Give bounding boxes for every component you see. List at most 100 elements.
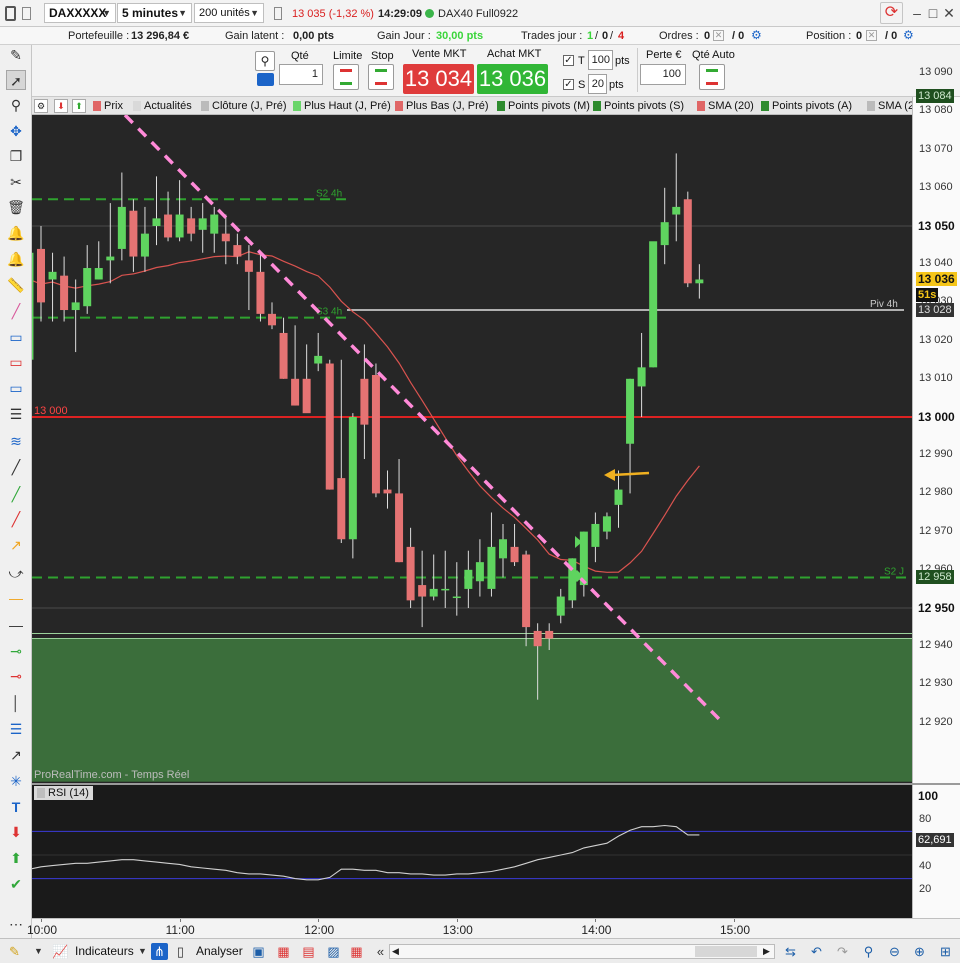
- chevron-down-icon[interactable]: ▼: [134, 943, 151, 960]
- calendar-icon[interactable]: ▦: [275, 943, 292, 960]
- keyboard-icon[interactable]: [257, 73, 274, 86]
- legend-item[interactable]: Plus Bas (J, Pré): [394, 99, 489, 113]
- scroll-fast-left-icon[interactable]: «: [372, 943, 389, 960]
- minimize-button[interactable]: –: [909, 4, 925, 22]
- legend-item[interactable]: Plus Haut (J, Pré): [292, 99, 391, 113]
- legend-item[interactable]: SMA (20): [696, 99, 754, 113]
- target-input[interactable]: 100: [588, 50, 613, 70]
- polyline-icon[interactable]: ⤻: [6, 563, 26, 583]
- orders-settings-icon[interactable]: ⚙: [751, 28, 762, 42]
- legend-down-icon[interactable]: ⬇: [54, 99, 68, 113]
- scroll-right-icon[interactable]: ▶: [763, 945, 770, 958]
- sync-icon[interactable]: ⟳: [880, 2, 903, 24]
- zoom-reset-icon[interactable]: ⚲: [860, 943, 877, 960]
- legend-item[interactable]: Points pivots (A): [760, 99, 852, 113]
- pattern-icon[interactable]: ≋: [6, 431, 26, 451]
- screen-icon[interactable]: ▣: [250, 943, 267, 960]
- indicators-icon[interactable]: 📈: [52, 943, 69, 960]
- vline-icon[interactable]: │: [6, 693, 26, 713]
- timeframe-select[interactable]: 5 minutes ▼: [117, 3, 192, 23]
- green-line-icon[interactable]: ╱: [6, 484, 26, 504]
- position-close-icon[interactable]: ✕: [866, 30, 877, 41]
- analyze-icon[interactable]: ▯: [172, 943, 189, 960]
- table-icon[interactable]: ▤: [300, 943, 317, 960]
- channel-icon[interactable]: ▭: [6, 327, 26, 347]
- stop-loss-input[interactable]: 20: [588, 74, 607, 94]
- fibonacci-icon[interactable]: ☰: [6, 404, 26, 424]
- target-checkbox[interactable]: ✓: [563, 55, 574, 66]
- line-icon[interactable]: ╱: [6, 457, 26, 477]
- redo-icon[interactable]: ↷: [834, 943, 851, 960]
- hline-icon[interactable]: —: [6, 615, 26, 635]
- rsi-panel[interactable]: RSI (14): [32, 785, 912, 918]
- check-icon[interactable]: ✔: [6, 874, 26, 894]
- brush-icon[interactable]: ╱: [6, 301, 26, 321]
- orders-close-icon[interactable]: ✕: [713, 30, 724, 41]
- green-hline-icon[interactable]: ⊸: [6, 641, 26, 661]
- legend-item[interactable]: Points pivots (M): [496, 99, 590, 113]
- buy-market-button[interactable]: 13 036: [477, 64, 548, 94]
- fib-blue-icon[interactable]: ☰: [6, 719, 26, 739]
- zoom-out-icon[interactable]: ⊖: [886, 943, 903, 960]
- scrollbar-thumb[interactable]: [695, 946, 757, 957]
- crosshair-icon[interactable]: ✥: [6, 121, 26, 141]
- pen-menu-icon[interactable]: ✎: [6, 943, 23, 960]
- analyze-button[interactable]: Analyser: [196, 943, 243, 960]
- legend-item[interactable]: Actualités: [132, 99, 192, 113]
- chart-window-icon[interactable]: ▨: [325, 943, 342, 960]
- trash-icon[interactable]: 🗑: [6, 197, 26, 217]
- down-arrow-icon[interactable]: ⬇: [6, 822, 26, 842]
- legend-up-icon[interactable]: ⬆: [72, 99, 86, 113]
- legend-item[interactable]: Points pivots (S): [592, 99, 684, 113]
- auto-qty-button[interactable]: [699, 64, 725, 90]
- loss-input[interactable]: 100: [640, 64, 686, 85]
- limit-order-button[interactable]: [333, 64, 359, 90]
- orange-arrow-icon[interactable]: ↗: [6, 535, 26, 555]
- instrument-info-icon[interactable]: [274, 7, 282, 20]
- window-menu-icon[interactable]: [5, 6, 16, 21]
- maximize-button[interactable]: □: [925, 4, 941, 22]
- chevron-down-icon[interactable]: ▼: [30, 943, 47, 960]
- arrow-icon[interactable]: ↗: [6, 745, 26, 765]
- text-icon[interactable]: T: [6, 797, 26, 817]
- alert-bell-icon[interactable]: 🔔: [6, 223, 26, 243]
- legend-item[interactable]: Clôture (J, Pré): [200, 99, 287, 113]
- grid-icon[interactable]: ▦: [348, 943, 365, 960]
- sync-charts-icon[interactable]: ⇆: [782, 943, 799, 960]
- red-hline-icon[interactable]: ⊸: [6, 666, 26, 686]
- window-menu-icon[interactable]: [22, 7, 31, 20]
- scroll-left-icon[interactable]: ◀: [392, 945, 399, 958]
- rsi-legend[interactable]: RSI (14): [34, 786, 93, 800]
- tools-icon[interactable]: ✂: [6, 172, 26, 192]
- instrument-select[interactable]: DAXXXXX ▼: [44, 3, 116, 23]
- stop-order-button[interactable]: [368, 64, 394, 90]
- order-tool-icon[interactable]: ⚲: [255, 51, 275, 71]
- legend-settings-icon[interactable]: ⚙: [34, 99, 48, 113]
- pencil-icon[interactable]: ✎: [6, 45, 26, 65]
- rectangle-red-icon[interactable]: ▭: [6, 352, 26, 372]
- zoom-icon[interactable]: ⚲: [6, 95, 26, 115]
- red-line-icon[interactable]: ╱: [6, 509, 26, 529]
- ruler-icon[interactable]: 📏: [6, 275, 26, 295]
- zoom-fit-icon[interactable]: ⊞: [937, 943, 954, 960]
- time-scrollbar[interactable]: ◀ ▶: [389, 944, 775, 959]
- cursor-icon[interactable]: ➚: [6, 70, 26, 90]
- copy-icon[interactable]: ❐: [6, 146, 26, 166]
- more-icon[interactable]: ⋯: [6, 914, 26, 934]
- gann-icon[interactable]: ✳: [6, 771, 26, 791]
- undo-icon[interactable]: ↶: [808, 943, 825, 960]
- units-select[interactable]: 200 unités ▼: [194, 3, 264, 23]
- zoom-in-icon[interactable]: ⊕: [911, 943, 928, 960]
- rectangle-blue-icon[interactable]: ▭: [6, 378, 26, 398]
- up-arrow-icon[interactable]: ⬆: [6, 848, 26, 868]
- stop-checkbox[interactable]: ✓: [563, 79, 574, 90]
- legend-item[interactable]: Prix: [92, 99, 123, 113]
- position-settings-icon[interactable]: ⚙: [903, 28, 914, 42]
- legend-item[interactable]: SMA (2: [866, 99, 912, 113]
- bell-icon[interactable]: 🔔: [6, 249, 26, 269]
- qty-input[interactable]: 1: [279, 64, 323, 85]
- price-chart[interactable]: 13 000 S2 4h S3 4h Piv 4h S2 J ProRealTime.c…: [32, 115, 912, 783]
- close-button[interactable]: ✕: [941, 4, 957, 22]
- indicators-button[interactable]: Indicateurs: [75, 943, 134, 960]
- orange-hline-icon[interactable]: —: [6, 588, 26, 608]
